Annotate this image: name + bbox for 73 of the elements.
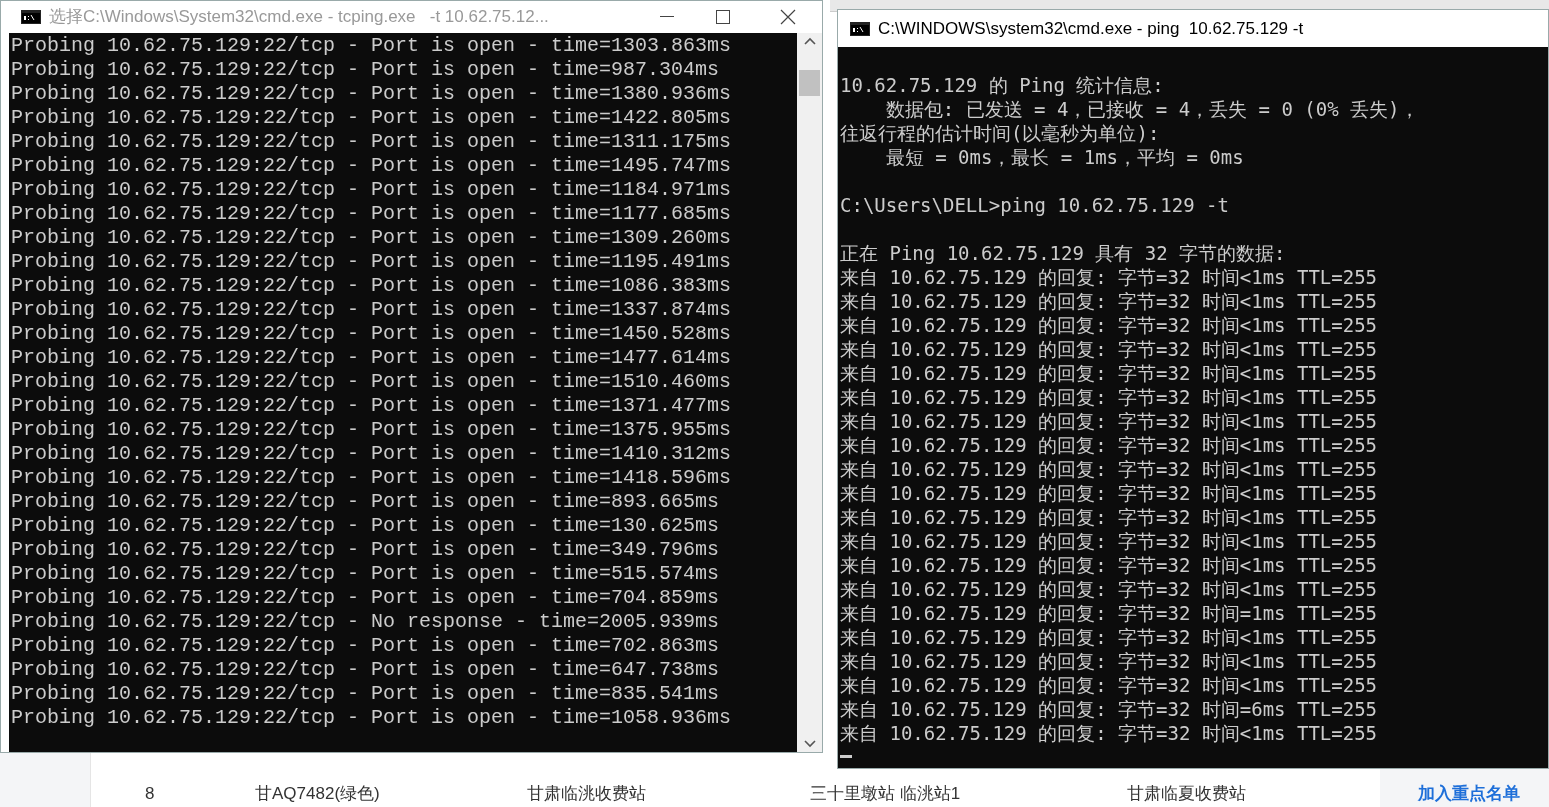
console-line: Probing 10.62.75.129:22/tcp - Port is open - time=1510.460ms	[11, 370, 733, 394]
console-line: 数据包: 已发送 = 4，已接收 = 4，丢失 = 0 (0% 丢失)，	[884, 97, 1420, 121]
console-line: 来自 10.62.75.129 的回复: 字节=32 时间<1ms TTL=255	[840, 505, 1379, 529]
close-icon[interactable]	[780, 9, 796, 25]
console-line: 来自 10.62.75.129 的回复: 字节=32 时间<1ms TTL=255	[840, 673, 1379, 697]
console-line: Probing 10.62.75.129:22/tcp - Port is open - time=1303.863ms	[11, 34, 733, 58]
console-line: Probing 10.62.75.129:22/tcp - Port is open - time=1380.936ms	[11, 82, 733, 106]
console-line: Probing 10.62.75.129:22/tcp - Port is open - time=647.738ms	[11, 658, 721, 682]
console-line: Probing 10.62.75.129:22/tcp - Port is open - time=1450.528ms	[11, 322, 733, 346]
console-line: 来自 10.62.75.129 的回复: 字节=32 时间<1ms TTL=255	[840, 577, 1379, 601]
console-line: Probing 10.62.75.129:22/tcp - Port is open - time=515.574ms	[11, 562, 721, 586]
console-line: Probing 10.62.75.129:22/tcp - Port is open - time=1337.874ms	[11, 298, 733, 322]
console-line: 来自 10.62.75.129 的回复: 字节=32 时间<1ms TTL=255	[840, 625, 1379, 649]
console-icon	[21, 10, 41, 24]
console-line: Probing 10.62.75.129:22/tcp - Port is open - time=1058.936ms	[11, 706, 733, 730]
console-line: 最短 = 0ms，最长 = 1ms，平均 = 0ms	[884, 145, 1245, 169]
minimize-icon[interactable]	[660, 16, 674, 18]
window-title: C:\WINDOWS\system32\cmd.exe - ping 10.62.75.129 -t	[878, 17, 1304, 40]
console-line: 来自 10.62.75.129 的回复: 字节=32 时间=1ms TTL=255	[840, 601, 1379, 625]
console-line: Probing 10.62.75.129:22/tcp - Port is open - time=1309.260ms	[11, 226, 733, 250]
console-line: Probing 10.62.75.129:22/tcp - Port is open - time=835.541ms	[11, 682, 721, 706]
console-line: C:\Users\DELL>ping 10.62.75.129 -t	[840, 193, 1230, 217]
console-line: Probing 10.62.75.129:22/tcp - Port is open - time=349.796ms	[11, 538, 721, 562]
add-to-watchlist-link[interactable]: 加入重点名单	[1418, 780, 1520, 807]
console-line: Probing 10.62.75.129:22/tcp - Port is open - time=1375.955ms	[11, 418, 733, 442]
console-line: 来自 10.62.75.129 的回复: 字节=32 时间<1ms TTL=255	[840, 649, 1379, 673]
console-line: Probing 10.62.75.129:22/tcp - Port is open - time=987.304ms	[11, 58, 721, 82]
console-line: 来自 10.62.75.129 的回复: 字节=32 时间<1ms TTL=255	[840, 265, 1379, 289]
console-line: Probing 10.62.75.129:22/tcp - Port is open - time=893.665ms	[11, 490, 721, 514]
console-line: 来自 10.62.75.129 的回复: 字节=32 时间<1ms TTL=255	[840, 721, 1379, 745]
console-line: 来自 10.62.75.129 的回复: 字节=32 时间<1ms TTL=255	[840, 409, 1379, 433]
console-line: 来自 10.62.75.129 的回复: 字节=32 时间<1ms TTL=255	[840, 337, 1379, 361]
console-line: 往返行程的估计时间(以毫秒为单位):	[840, 121, 1161, 145]
scroll-up-icon[interactable]	[803, 37, 816, 45]
table-cell-text: 甘AQ7482(绿色)	[255, 782, 380, 805]
console-line: Probing 10.62.75.129:22/tcp - Port is open - time=130.625ms	[11, 514, 721, 538]
scroll-down-icon[interactable]	[803, 740, 816, 748]
console-line: 来自 10.62.75.129 的回复: 字节=32 时间<1ms TTL=255	[840, 385, 1379, 409]
console-line: Probing 10.62.75.129:22/tcp - Port is open - time=702.863ms	[11, 634, 721, 658]
console-line: Probing 10.62.75.129:22/tcp - Port is open - time=1184.971ms	[11, 178, 733, 202]
console-line: Probing 10.62.75.129:22/tcp - Port is open - time=1177.685ms	[11, 202, 733, 226]
console-line: 来自 10.62.75.129 的回复: 字节=32 时间<1ms TTL=255	[840, 481, 1379, 505]
console-line: 来自 10.62.75.129 的回复: 字节=32 时间=6ms TTL=255	[840, 697, 1379, 721]
console-line: 10.62.75.129 的 Ping 统计信息:	[840, 73, 1165, 97]
table-cell-text: 三十里墩站 临洮站1	[810, 782, 961, 805]
scrollbar-thumb[interactable]	[799, 69, 820, 96]
console-line: Probing 10.62.75.129:22/tcp - Port is open - time=1418.596ms	[11, 466, 733, 490]
console-line: Probing 10.62.75.129:22/tcp - Port is open - time=1477.614ms	[11, 346, 733, 370]
console-line: Probing 10.62.75.129:22/tcp - Port is open - time=1422.805ms	[11, 106, 733, 130]
console-line: Probing 10.62.75.129:22/tcp - Port is open - time=1086.383ms	[11, 274, 733, 298]
console-line: 来自 10.62.75.129 的回复: 字节=32 时间<1ms TTL=255	[840, 529, 1379, 553]
table-cell-text: 8	[145, 782, 155, 805]
console-line: 正在 Ping 10.62.75.129 具有 32 字节的数据:	[840, 241, 1287, 265]
console-line: Probing 10.62.75.129:22/tcp - No response - time=2005.939ms	[11, 610, 721, 634]
table-cell-text: 甘肃临夏收费站	[1127, 782, 1246, 805]
console-icon	[850, 21, 870, 36]
console-line: 来自 10.62.75.129 的回复: 字节=32 时间<1ms TTL=255	[840, 433, 1379, 457]
scrollbar[interactable]	[797, 33, 822, 752]
cursor-icon	[840, 755, 852, 758]
console-line: Probing 10.62.75.129:22/tcp - Port is open - time=1410.312ms	[11, 442, 733, 466]
table-cell-text: 甘肃临洮收费站	[527, 782, 646, 805]
console-line: 来自 10.62.75.129 的回复: 字节=32 时间<1ms TTL=255	[840, 553, 1379, 577]
console-line: 来自 10.62.75.129 的回复: 字节=32 时间<1ms TTL=255	[840, 289, 1379, 313]
maximize-icon[interactable]	[716, 10, 730, 24]
window-title: 选择C:\Windows\System32\cmd.exe - tcping.exe -t 10.62.75.12...	[49, 6, 549, 29]
console-line: 来自 10.62.75.129 的回复: 字节=32 时间<1ms TTL=255	[840, 457, 1379, 481]
console-line: Probing 10.62.75.129:22/tcp - Port is open - time=1311.175ms	[11, 130, 733, 154]
console-line: Probing 10.62.75.129:22/tcp - Port is open - time=1371.477ms	[11, 394, 733, 418]
console-line: Probing 10.62.75.129:22/tcp - Port is open - time=1495.747ms	[11, 154, 733, 178]
console-line: 来自 10.62.75.129 的回复: 字节=32 时间<1ms TTL=255	[840, 361, 1379, 385]
console-line: 来自 10.62.75.129 的回复: 字节=32 时间<1ms TTL=255	[840, 313, 1379, 337]
console-line: Probing 10.62.75.129:22/tcp - Port is open - time=704.859ms	[11, 586, 721, 610]
console-line: Probing 10.62.75.129:22/tcp - Port is open - time=1195.491ms	[11, 250, 733, 274]
